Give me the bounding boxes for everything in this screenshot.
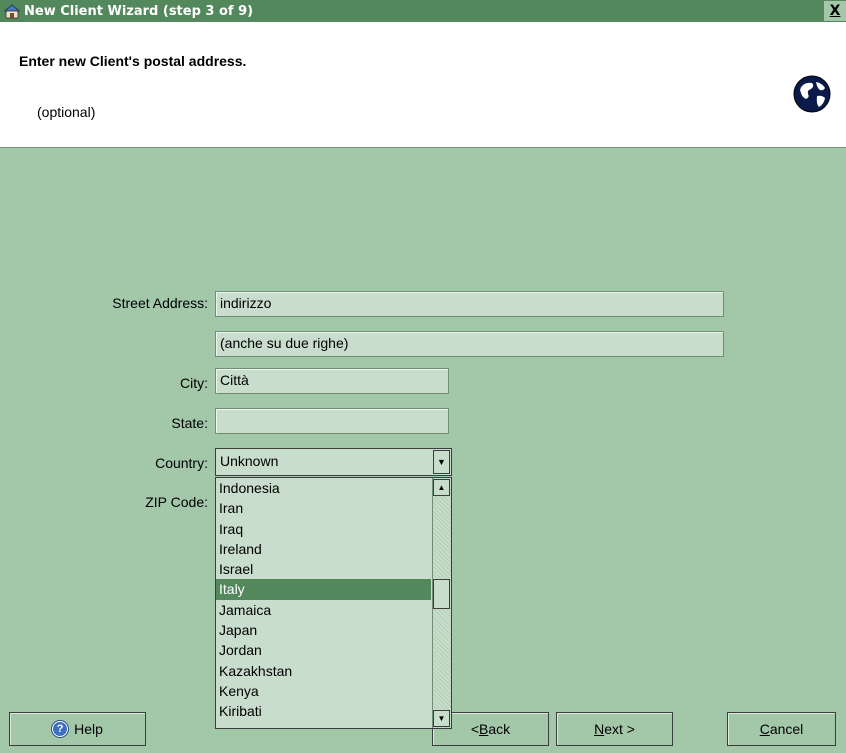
list-item[interactable]: Indonesia <box>216 478 431 498</box>
page-heading: Enter new Client's postal address. <box>19 53 247 69</box>
list-item[interactable]: Jamaica <box>216 600 431 620</box>
globe-icon <box>792 74 832 114</box>
list-item[interactable]: Kazakhstan <box>216 661 431 681</box>
next-button-label: ext > <box>604 721 635 737</box>
state-input[interactable] <box>215 408 449 434</box>
list-item[interactable]: Iran <box>216 498 431 518</box>
list-item[interactable]: Jordan <box>216 640 431 660</box>
next-button-mnemonic: N <box>594 721 605 737</box>
window-title: New Client Wizard (step 3 of 9) <box>24 3 254 19</box>
cancel-button-label: ancel <box>769 721 804 737</box>
zip-code-label: ZIP Code: <box>145 494 208 510</box>
list-item[interactable]: Israel <box>216 559 431 579</box>
scroll-up-icon[interactable]: ▲ <box>433 479 450 496</box>
state-label: State: <box>171 415 208 431</box>
help-icon: ? <box>52 721 69 737</box>
chevron-down-icon[interactable]: ▼ <box>433 450 450 474</box>
back-button-label: ack <box>488 721 511 737</box>
wizard-header: Enter new Client's postal address. (opti… <box>0 22 846 148</box>
scroll-down-icon[interactable]: ▼ <box>433 710 450 727</box>
next-button[interactable]: Next > <box>556 712 673 746</box>
country-dropdown-list[interactable]: Indonesia Iran Iraq Ireland Israel Italy… <box>215 477 452 729</box>
help-button[interactable]: ? Help <box>9 712 146 746</box>
list-item[interactable]: Japan <box>216 620 431 640</box>
street-address-line1-input[interactable]: indirizzo <box>215 291 724 317</box>
cancel-button[interactable]: Cancel <box>727 712 836 746</box>
list-item[interactable]: Kiribati <box>216 701 431 721</box>
scrollbar-thumb[interactable] <box>433 579 450 609</box>
page-subtitle: (optional) <box>37 104 96 120</box>
help-button-label: Help <box>74 721 103 737</box>
city-label: City: <box>180 375 208 391</box>
back-button-arrow: < <box>470 721 480 737</box>
cancel-button-mnemonic: C <box>759 721 770 737</box>
back-button-mnemonic: B <box>479 721 489 737</box>
house-icon <box>3 3 21 19</box>
street-address-label: Street Address: <box>112 295 208 311</box>
close-button[interactable]: X <box>824 1 846 21</box>
list-item[interactable]: Iraq <box>216 519 431 539</box>
country-label: Country: <box>155 455 208 471</box>
street-address-line2-input[interactable]: (anche su due righe) <box>215 331 724 357</box>
city-input[interactable]: Città <box>215 368 449 394</box>
list-item-selected[interactable]: Italy <box>216 579 431 600</box>
country-selected-value: Unknown <box>220 453 279 469</box>
list-item[interactable]: Ireland <box>216 539 431 559</box>
title-bar: New Client Wizard (step 3 of 9) X <box>0 0 846 22</box>
list-item[interactable]: Kenya <box>216 681 431 701</box>
country-select[interactable]: Unknown ▼ <box>215 448 452 476</box>
